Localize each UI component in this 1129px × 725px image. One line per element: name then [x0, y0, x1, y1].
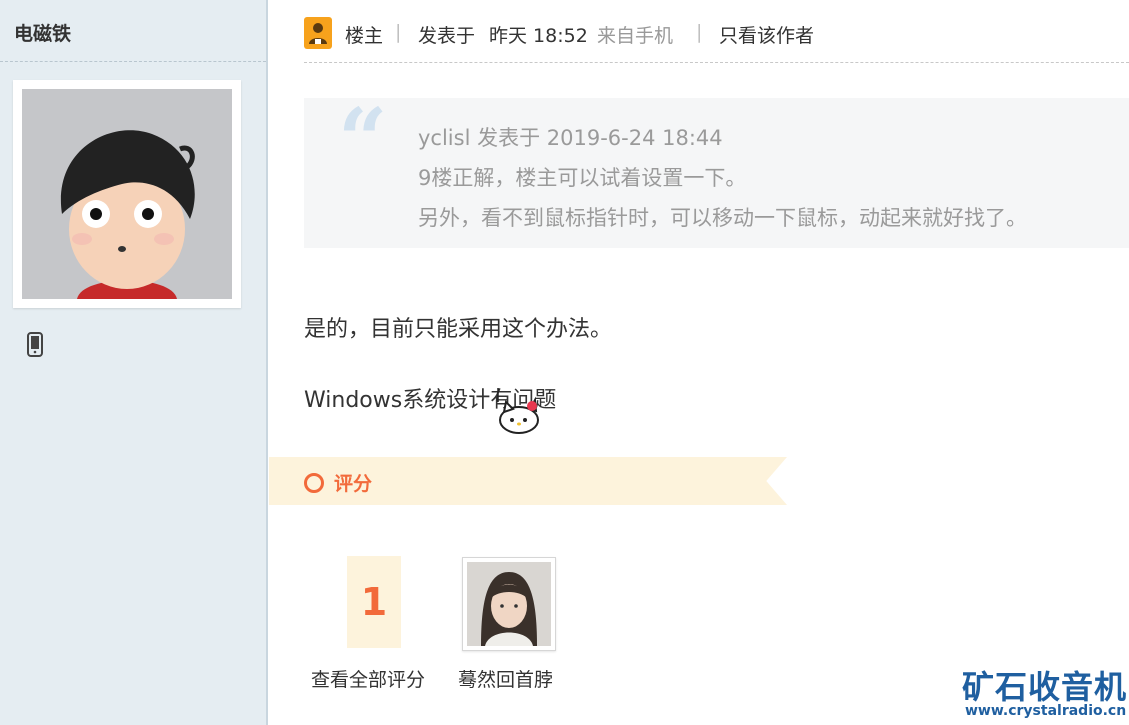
post-source: 来自手机 — [597, 25, 674, 47]
rating-count-box: 1 — [347, 556, 401, 648]
mobile-phone-icon — [26, 332, 44, 358]
site-watermark-title: 矿石收音机 — [962, 668, 1128, 706]
quote-mark-icon: “ — [338, 90, 388, 191]
view-all-ratings-link[interactable]: 查看全部评分 — [311, 665, 425, 692]
rating-circle-icon — [304, 473, 324, 493]
quoted-reply: “ yclisl 发表于 2019-6-24 18:44 9楼正解，楼主可以试着… — [304, 98, 1129, 248]
author-name[interactable]: 电磁铁 — [14, 19, 71, 46]
posted-time: 昨天 18:52 — [489, 25, 588, 47]
hello-kitty-cursor-icon — [494, 386, 544, 436]
rating-count: 1 — [360, 580, 388, 624]
rater-avatar[interactable] — [462, 557, 556, 651]
quote-text-line: 另外，看不到鼠标指针时，可以移动一下鼠标，动起来就好找了。 — [418, 206, 1027, 230]
quote-author-line: yclisl 发表于 2019-6-24 18:44 — [418, 126, 723, 150]
posted-prefix: 发表于 — [418, 25, 476, 47]
author-sidebar: 电磁铁 — [0, 0, 268, 725]
header-separator: | — [395, 21, 402, 43]
host-label: 楼主 — [345, 25, 384, 47]
user-host-icon — [304, 17, 332, 49]
post-header: 楼主 | 发表于 昨天 18:52 来自手机 | 只看该作者 — [304, 15, 1129, 63]
header-separator: | — [696, 21, 703, 43]
only-author-link[interactable]: 只看该作者 — [719, 21, 814, 48]
cartoon-boy-avatar-icon — [22, 89, 232, 299]
rating-title: 评分 — [334, 473, 373, 495]
site-watermark-url: www.crystalradio.cn — [965, 703, 1127, 719]
sidebar-divider — [0, 61, 266, 62]
rater-name[interactable]: 蓦然回首脖 — [458, 665, 553, 692]
quote-text-line: 9楼正解，楼主可以试着设置一下。 — [418, 166, 747, 190]
girl-photo-avatar-icon — [467, 562, 551, 646]
author-avatar[interactable] — [13, 80, 241, 308]
post-body-line: 是的，目前只能采用这个办法。 — [304, 317, 613, 342]
